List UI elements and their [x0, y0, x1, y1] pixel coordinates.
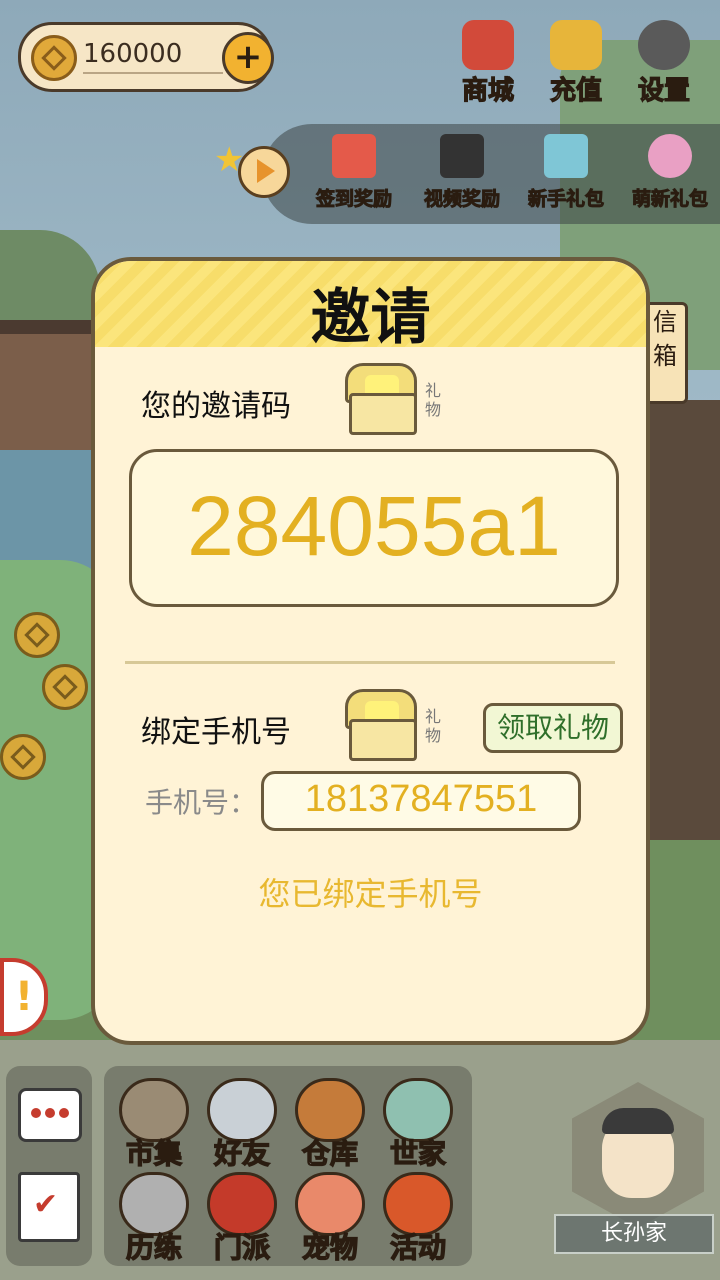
currency-amount: 160000: [83, 39, 183, 69]
gift-chest-icon[interactable]: [341, 363, 419, 435]
cute-newbie-pack-label: 萌新礼包: [631, 188, 708, 211]
chat-button[interactable]: [18, 1088, 82, 1142]
sect-label: 门派: [213, 1230, 270, 1264]
recharge-label: 充值: [549, 75, 602, 106]
gift-chest-icon: [544, 134, 588, 178]
coin-icon: [31, 35, 77, 81]
shop-bag-icon: [462, 20, 514, 70]
invite-dialog: 邀请 您的邀请码 礼物 284055a1 绑定手机号 礼物 领取礼物 手机号： …: [91, 257, 650, 1045]
market-button[interactable]: 市集: [108, 1078, 200, 1174]
newbie-pack-button[interactable]: 新手礼包: [518, 134, 614, 211]
claim-gift-button[interactable]: 领取礼物: [483, 703, 623, 753]
gift-label: 礼物: [425, 381, 442, 419]
currency-underline: [83, 72, 223, 74]
phone-bound-message: 您已绑定手机号: [258, 875, 483, 913]
shop-label: 商城: [461, 75, 514, 106]
checkin-reward-button[interactable]: 签到奖励: [306, 134, 402, 211]
gift-label: 礼物: [425, 707, 442, 745]
training-label: 历练: [125, 1230, 182, 1264]
friends-button[interactable]: 好友: [196, 1078, 288, 1174]
events-label: 活动: [389, 1230, 446, 1264]
gear-icon: [638, 20, 690, 70]
plus-icon: +: [233, 37, 263, 77]
friends-label: 好友: [213, 1136, 270, 1170]
market-label: 市集: [125, 1136, 182, 1170]
calendar-icon: [332, 134, 376, 178]
gift-character-icon: [648, 134, 692, 178]
divider: [125, 661, 615, 664]
invite-code-label: 您的邀请码: [141, 389, 291, 424]
invite-code-box: 284055a1: [129, 449, 619, 607]
task-checklist-button[interactable]: [18, 1172, 80, 1242]
invite-code-value: 284055a1: [187, 479, 561, 573]
add-currency-button[interactable]: +: [222, 32, 274, 84]
video-reward-button[interactable]: 视频奖励: [414, 134, 510, 211]
settings-button[interactable]: 设置: [624, 20, 704, 107]
alert-icon: !: [14, 974, 34, 1020]
checkin-reward-label: 签到奖励: [315, 188, 392, 211]
sect-button[interactable]: 门派: [196, 1172, 288, 1268]
phone-value: 18137847551: [304, 778, 538, 820]
warehouse-label: 仓库: [301, 1136, 358, 1170]
chat-dot-icon: [45, 1108, 55, 1118]
phone-field[interactable]: 18137847551: [261, 771, 581, 831]
family-label: 世家: [389, 1136, 446, 1170]
tree-coin-icon: [0, 734, 46, 780]
bind-phone-label: 绑定手机号: [141, 715, 291, 750]
settings-label: 设置: [637, 75, 690, 106]
player-name: 长孙家: [554, 1214, 714, 1254]
background-roof: [640, 400, 720, 840]
clapperboard-icon: [440, 134, 484, 178]
gift-chest-icon[interactable]: [341, 689, 419, 761]
pet-label: 宠物: [301, 1230, 358, 1264]
events-button[interactable]: 活动: [372, 1172, 464, 1268]
tree-coin-icon: [42, 664, 88, 710]
chat-dot-icon: [59, 1108, 69, 1118]
chat-dot-icon: [31, 1108, 41, 1118]
tree-coin-icon: [14, 612, 60, 658]
pet-button[interactable]: 宠物: [284, 1172, 376, 1268]
avatar-hair: [602, 1108, 674, 1134]
phone-label: 手机号：: [145, 786, 258, 819]
shop-button[interactable]: 商城: [448, 20, 528, 107]
reward-row-toggle-button[interactable]: ★: [214, 140, 290, 200]
training-button[interactable]: 历练: [108, 1172, 200, 1268]
cute-newbie-pack-button[interactable]: 萌新礼包: [622, 134, 718, 211]
recharge-button[interactable]: 充值: [536, 20, 616, 107]
warehouse-button[interactable]: 仓库: [284, 1078, 376, 1174]
dialog-title: 邀请: [310, 283, 431, 353]
play-icon: [238, 146, 290, 198]
newbie-pack-label: 新手礼包: [527, 188, 604, 211]
mailbox-label: 信箱: [653, 308, 677, 370]
video-reward-label: 视频奖励: [423, 188, 500, 211]
gold-ingot-icon: [550, 20, 602, 70]
family-button[interactable]: 世家: [372, 1078, 464, 1174]
